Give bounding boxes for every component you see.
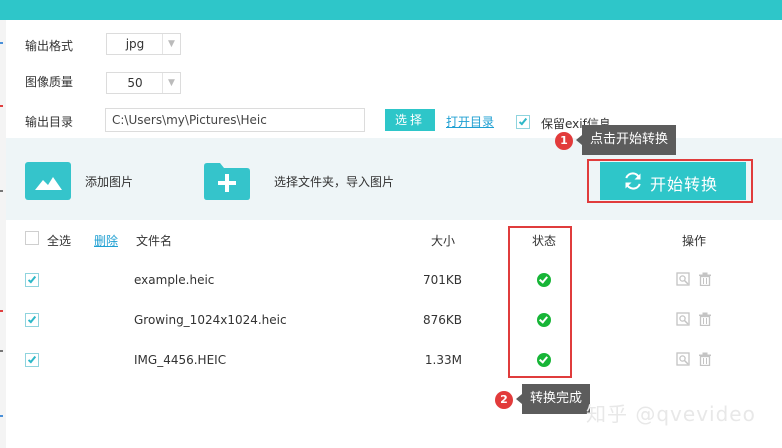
select-all-label: 全选	[47, 234, 72, 248]
check-icon	[27, 314, 37, 324]
row-checkbox[interactable]	[25, 313, 39, 327]
trash-icon[interactable]	[698, 312, 712, 326]
step-2-tooltip: 转换完成	[516, 384, 591, 414]
step-1-text: 点击开始转换	[590, 132, 669, 147]
folder-plus-icon	[204, 163, 250, 200]
output-dir-input[interactable]	[105, 108, 365, 132]
image-icon	[35, 177, 62, 190]
preview-icon[interactable]	[676, 272, 690, 286]
background-window-edge	[0, 20, 6, 448]
chevron-down-icon[interactable]: ▼	[162, 73, 180, 93]
choose-dir-button[interactable]: 选择	[385, 109, 435, 131]
output-format-value: jpg	[125, 37, 145, 51]
start-convert-label: 开始转换	[650, 175, 719, 194]
refresh-icon	[625, 172, 641, 190]
check-circle-icon	[537, 313, 551, 327]
check-icon	[27, 274, 37, 284]
watermark: 知乎 @qvevideo	[586, 402, 756, 426]
add-image-label[interactable]: 添加图片	[85, 173, 133, 190]
image-quality-select[interactable]: 50 ▼	[106, 72, 181, 94]
title-bar	[0, 0, 782, 20]
trash-icon[interactable]	[698, 272, 712, 286]
row-filename: IMG_4456.HEIC	[134, 353, 227, 367]
output-dir-label: 输出目录	[25, 115, 74, 129]
output-format-label: 输出格式	[25, 39, 74, 53]
row-checkbox[interactable]	[25, 353, 39, 367]
add-image-button[interactable]	[25, 162, 71, 200]
image-quality-label: 图像质量	[25, 75, 74, 89]
start-convert-button[interactable]: 开始转换	[600, 162, 746, 200]
add-folder-label[interactable]: 选择文件夹，导入图片	[274, 173, 394, 190]
step-1-tooltip: 点击开始转换	[576, 125, 677, 155]
step-2-marker: 2	[495, 391, 513, 409]
step-1-marker: 1	[555, 132, 573, 150]
check-circle-icon	[537, 353, 551, 367]
select-all-checkbox[interactable]	[25, 231, 39, 245]
row-size: 1.33M	[424, 353, 462, 367]
add-folder-button[interactable]	[204, 162, 250, 200]
output-format-select[interactable]: jpg ▼	[106, 33, 181, 55]
column-header-actions: 操作	[682, 234, 707, 248]
row-filename: example.heic	[134, 273, 215, 287]
column-header-size: 大小	[431, 234, 456, 248]
check-icon	[518, 116, 528, 126]
row-filename: Growing_1024x1024.heic	[134, 313, 287, 327]
check-icon	[27, 354, 37, 364]
preview-icon[interactable]	[676, 312, 690, 326]
trash-icon[interactable]	[698, 352, 712, 366]
row-checkbox[interactable]	[25, 273, 39, 287]
column-header-filename: 文件名	[136, 234, 173, 248]
row-size: 701KB	[422, 273, 462, 287]
step-2-text: 转换完成	[530, 391, 583, 406]
delete-link[interactable]: 删除	[94, 232, 118, 249]
chevron-down-icon[interactable]: ▼	[162, 34, 180, 54]
open-dir-link[interactable]: 打开目录	[446, 113, 494, 130]
image-quality-value: 50	[127, 76, 143, 90]
keep-exif-checkbox[interactable]	[516, 115, 530, 129]
check-circle-icon	[537, 273, 551, 287]
preview-icon[interactable]	[676, 352, 690, 366]
row-size: 876KB	[422, 313, 462, 327]
